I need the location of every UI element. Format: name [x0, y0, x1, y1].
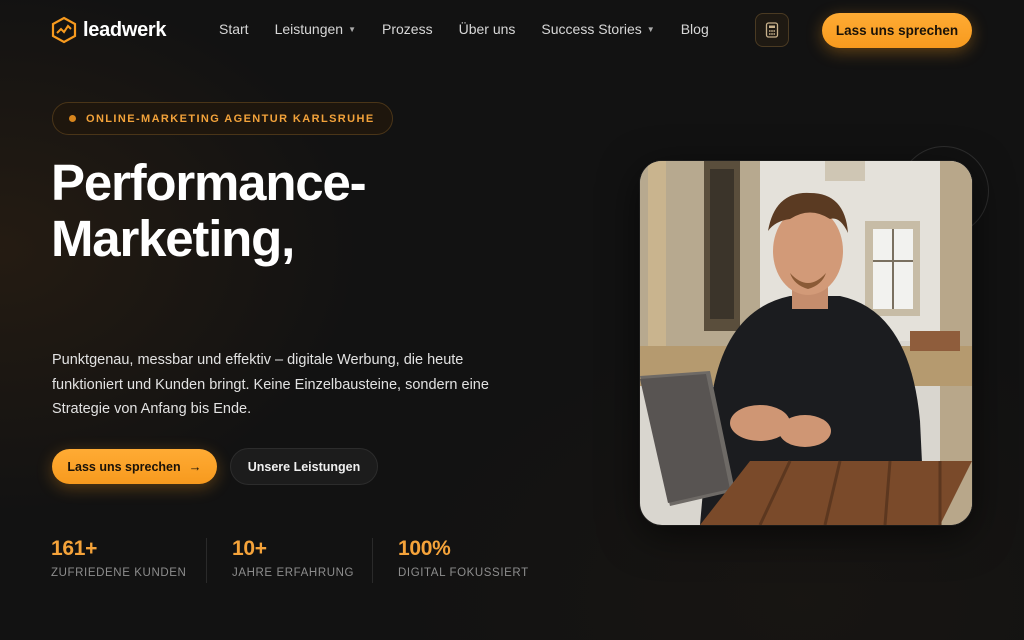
chevron-down-icon: ▼ [348, 24, 357, 34]
stat-digital: 100% DIGITAL FOKUSSIERT [398, 537, 529, 579]
headline-line: Marketing, [51, 210, 295, 267]
button-label: Lass uns sprechen [67, 459, 181, 474]
top-navigation: leadwerk Start Leistungen ▼ Prozess Über… [0, 0, 1024, 60]
portrait-illustration [640, 161, 972, 525]
stat-customers: 161+ ZUFRIEDENE KUNDEN [51, 537, 186, 579]
stat-divider [206, 538, 207, 583]
services-button[interactable]: Unsere Leistungen [230, 448, 378, 485]
contact-button[interactable]: Lass uns sprechen → [52, 449, 217, 484]
nav-item-start[interactable]: Start [219, 21, 249, 37]
hero-lead-text: Punktgenau, messbar und effektiv – digit… [52, 352, 489, 417]
nav-item-label: Leistungen [274, 21, 344, 37]
nav-item-label: Über uns [458, 21, 516, 37]
nav-contact-button[interactable]: Lass uns sprechen [822, 13, 972, 48]
nav-item-blog[interactable]: Blog [681, 21, 709, 37]
nav-item-prozess[interactable]: Prozess [382, 21, 433, 37]
brand-name: leadwerk [83, 18, 167, 41]
portrait-photo [640, 161, 972, 525]
nav-item-label: Blog [680, 21, 709, 37]
button-label: Unsere Leistungen [247, 459, 361, 474]
stat-label: DIGITAL FOKUSSIERT [398, 567, 529, 579]
dot-icon [69, 115, 76, 122]
agency-badge: ONLINE-MARKETING AGENTUR KARLSRUHE [52, 102, 393, 135]
chevron-down-icon: ▼ [646, 24, 655, 34]
arrow-right-icon: → [188, 459, 202, 474]
stat-label: JAHRE ERFAHRUNG [232, 567, 355, 579]
hero-headline: Performance- Marketing, [51, 154, 367, 267]
calculator-button[interactable] [755, 13, 789, 47]
hexagon-logo-icon [51, 16, 77, 44]
nav-item-label: Success Stories [541, 21, 642, 37]
main-menu: Start Leistungen ▼ Prozess Über uns Succ… [219, 21, 735, 37]
brand-logo[interactable]: leadwerk [51, 16, 167, 44]
stat-divider [372, 538, 373, 583]
badge-label: ONLINE-MARKETING AGENTUR KARLSRUHE [86, 112, 375, 125]
stat-value: 100% [398, 537, 451, 560]
headline-line: Performance- [51, 154, 367, 211]
nav-item-leistungen[interactable]: Leistungen ▼ [275, 21, 356, 37]
nav-item-ueber-uns[interactable]: Über uns [459, 21, 516, 37]
stat-value: 10+ [232, 537, 267, 560]
nav-item-label: Start [219, 21, 249, 37]
stat-label: ZUFRIEDENE KUNDEN [51, 567, 187, 579]
nav-item-label: Prozess [382, 21, 433, 37]
stat-experience: 10+ JAHRE ERFAHRUNG [232, 537, 354, 579]
calculator-icon [765, 22, 779, 38]
stat-value: 161+ [51, 537, 98, 560]
nav-item-success-stories[interactable]: Success Stories ▼ [541, 21, 654, 37]
